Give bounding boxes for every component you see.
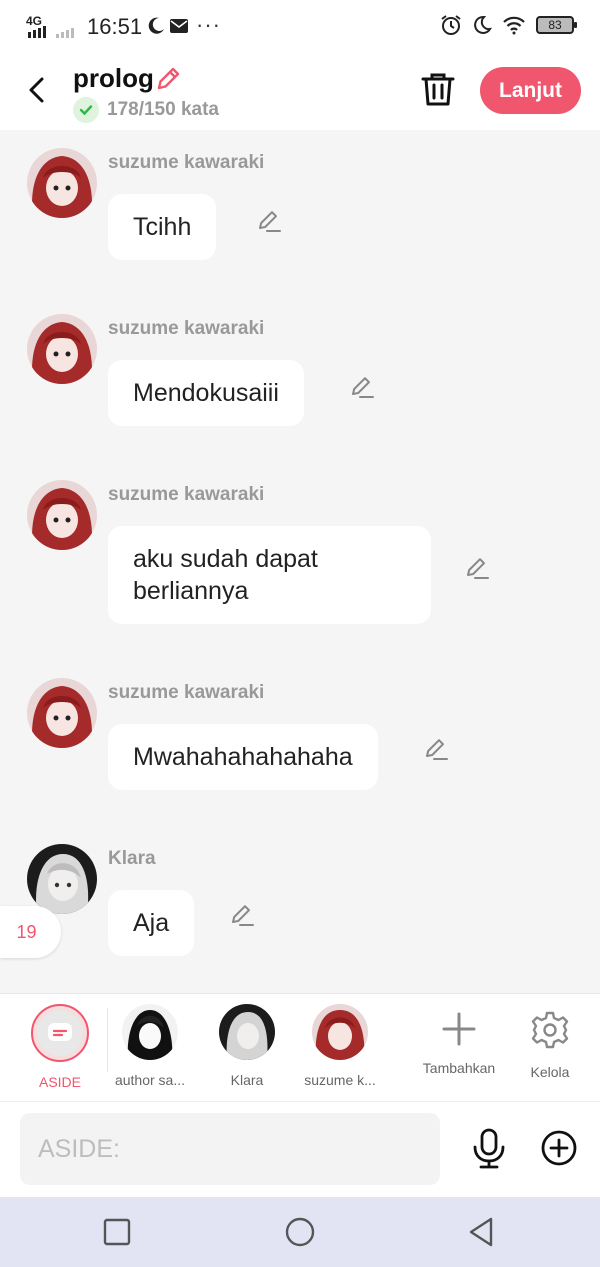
avatar[interactable] [27,314,97,384]
sender-name: suzume kawaraki [108,682,265,703]
edit-icon[interactable] [349,374,375,400]
home-button[interactable] [284,1216,316,1248]
moon-icon [148,17,164,34]
word-count: 178/150 kata [73,97,219,123]
manage-button[interactable]: Kelola [522,1004,578,1080]
message-bubble[interactable]: Aja [108,890,195,956]
add-character-button[interactable]: Tambahkan [416,1004,502,1076]
wifi-icon [503,16,525,35]
mail-icon [170,19,188,33]
chat-message: suzume kawaraki aku sudah dapat berliann… [0,480,600,630]
status-bar: 4G 16:51 ··· 83 [0,0,600,55]
character-label: Kelola [530,1064,570,1080]
character-label: suzume k... [304,1072,376,1088]
message-bubble[interactable]: Tcihh [108,194,217,260]
back-nav-button[interactable] [466,1216,496,1248]
chat-message: suzume kawaraki Mendokusaiii [0,314,600,434]
divider [107,1008,108,1072]
signal-icon [28,26,74,38]
message-count-badge[interactable]: 19 [0,906,61,958]
recent-apps-button[interactable] [102,1217,132,1247]
chat-message: Klara Aja [0,844,600,964]
back-button[interactable] [22,73,52,107]
check-icon [73,97,99,123]
avatar [122,1004,178,1060]
avatar[interactable] [27,148,97,218]
message-bubble[interactable]: Mendokusaiii [108,360,304,426]
edit-icon[interactable] [229,902,255,928]
character-selector: ASIDE author sa... Klara suzume k... Tam… [0,993,600,1101]
more-notifications: ··· [196,12,221,37]
sender-name: suzume kawaraki [108,318,265,339]
delete-button[interactable] [420,71,456,109]
chapter-title: prolog [73,63,154,93]
character-label: Tambahkan [422,1060,496,1076]
message-bubble[interactable]: Mwahahahahahaha [108,724,378,790]
moon-icon [474,15,492,34]
microphone-icon[interactable] [470,1128,508,1170]
avatar [312,1004,368,1060]
composer [0,1101,600,1197]
edit-icon[interactable] [464,555,490,581]
avatar[interactable] [27,844,97,914]
sender-name: suzume kawaraki [108,152,265,173]
edit-icon[interactable] [256,208,282,234]
editor-header: prolog 178/150 kata Lanjut [0,55,600,130]
character-author[interactable]: author sa... [112,1004,188,1088]
character-label: Klara [230,1072,264,1088]
edit-icon[interactable] [423,736,449,762]
system-navigation-bar [0,1197,600,1267]
gear-icon [531,1011,569,1049]
aside-avatar [31,1004,89,1062]
avatar [219,1004,275,1060]
sender-name: suzume kawaraki [108,484,265,505]
avatar[interactable] [27,678,97,748]
message-input[interactable] [20,1113,440,1185]
character-label: author sa... [114,1072,186,1088]
chat-message: suzume kawaraki Tcihh [0,148,600,268]
chat-area[interactable]: suzume kawaraki Tcihh suzume kawaraki Me… [0,130,600,993]
battery-indicator: 83 [536,16,577,34]
word-count-text: 178/150 kata [107,99,219,120]
message-bubble[interactable]: aku sudah dapat berliannya [108,526,431,624]
chat-message: suzume kawaraki Mwahahahahahaha [0,678,600,798]
pencil-icon[interactable] [154,65,182,93]
character-aside[interactable]: ASIDE [30,1004,90,1090]
clock: 16:51 [87,14,143,39]
sender-name: Klara [108,848,156,869]
avatar[interactable] [27,480,97,550]
character-label: ASIDE [38,1074,81,1090]
alarm-icon [441,15,461,35]
plus-icon [442,1012,476,1046]
add-circle-icon[interactable] [540,1129,578,1167]
character-suzume[interactable]: suzume k... [300,1004,380,1088]
next-button[interactable]: Lanjut [480,67,581,114]
chat-bubble-icon [48,1023,72,1041]
character-klara[interactable]: Klara [218,1004,276,1088]
